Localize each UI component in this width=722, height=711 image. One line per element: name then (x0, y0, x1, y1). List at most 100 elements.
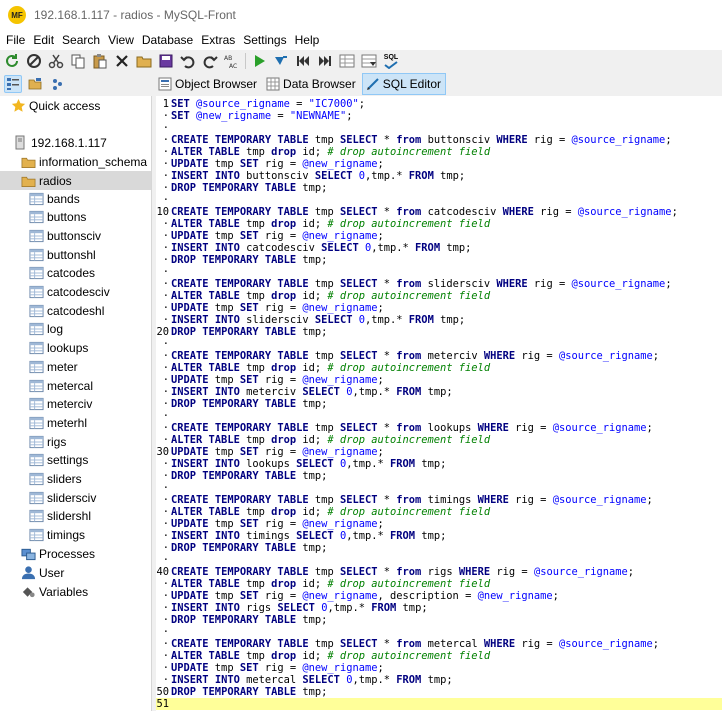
sidebar-item-variables[interactable]: Variables (0, 582, 151, 601)
code-line[interactable]: · (156, 194, 722, 206)
sidebar-item-server[interactable]: 192.168.1.117 (0, 133, 151, 152)
code-line[interactable]: · UPDATE tmp SET rig = @new_rigname; (156, 374, 722, 386)
sidebar-item-table[interactable]: catcodeshl (0, 301, 151, 320)
stop-icon[interactable] (25, 52, 43, 70)
sidebar-item-table[interactable]: slidershl (0, 507, 151, 526)
code-line[interactable]: · (156, 122, 722, 134)
code-line[interactable]: · ALTER TABLE tmp drop id; # drop autoinc… (156, 578, 722, 590)
menu-extras[interactable]: Extras (197, 30, 239, 50)
tab-object-browser[interactable]: Object Browser (155, 73, 261, 95)
sidebar-item-table[interactable]: settings (0, 451, 151, 470)
navigator-toggle-icon[interactable] (4, 75, 22, 93)
code-line[interactable]: · (156, 482, 722, 494)
grid-icon[interactable] (338, 52, 356, 70)
code-line[interactable]: · DROP TEMPORARY TABLE tmp; (156, 254, 722, 266)
sidebar-item-information-schema[interactable]: information_schema (0, 152, 151, 171)
code-line[interactable]: · DROP TEMPORARY TABLE tmp; (156, 614, 722, 626)
sidebar-item-table[interactable]: buttonsciv (0, 226, 151, 245)
menu-view[interactable]: View (104, 30, 138, 50)
sidebar-item-quick-access[interactable]: Quick access (0, 96, 151, 115)
code-line[interactable]: 50 DROP TEMPORARY TABLE tmp; (156, 686, 722, 698)
sidebar-item-table[interactable]: sliders (0, 470, 151, 489)
code-line[interactable]: · INSERT INTO meterciv SELECT 0,tmp.* FRO… (156, 386, 722, 398)
sidebar-item-table[interactable]: catcodesciv (0, 283, 151, 302)
sidebar-item-processes[interactable]: Processes (0, 544, 151, 563)
sidebar-item-table[interactable]: meterhl (0, 413, 151, 432)
code-line[interactable]: · ALTER TABLE tmp drop id; # drop autoinc… (156, 362, 722, 374)
code-line[interactable]: 30 UPDATE tmp SET rig = @new_rigname; (156, 446, 722, 458)
code-line[interactable]: · ALTER TABLE tmp drop id; # drop autoinc… (156, 506, 722, 518)
save-icon[interactable] (157, 52, 175, 70)
code-line[interactable]: · INSERT INTO timings SELECT 0,tmp.* FROM… (156, 530, 722, 542)
undo-icon[interactable] (179, 52, 197, 70)
sidebar-item-table[interactable]: timings (0, 526, 151, 545)
code-line[interactable]: · UPDATE tmp SET rig = @new_rigname; (156, 302, 722, 314)
code-line[interactable]: 20 DROP TEMPORARY TABLE tmp; (156, 326, 722, 338)
code-line[interactable]: · SET @new_rigname = "NEWNAME"; (156, 110, 722, 122)
menu-edit[interactable]: Edit (29, 30, 58, 50)
code-line[interactable]: · INSERT INTO rigs SELECT 0,tmp.* FROM tm… (156, 602, 722, 614)
menu-database[interactable]: Database (138, 30, 197, 50)
sidebar-item-table[interactable]: bands (0, 189, 151, 208)
tab-data-browser[interactable]: Data Browser (263, 73, 360, 95)
refresh-icon[interactable] (3, 52, 21, 70)
sidebar-item-table[interactable]: slidersciv (0, 488, 151, 507)
last-icon[interactable] (316, 52, 334, 70)
code-line[interactable]: · CREATE TEMPORARY TABLE tmp SELECT * fro… (156, 422, 722, 434)
replace-icon[interactable]: AB AC (223, 52, 241, 70)
code-line[interactable]: · CREATE TEMPORARY TABLE tmp SELECT * fro… (156, 350, 722, 362)
code-line[interactable]: · (156, 410, 722, 422)
code-line[interactable]: · (156, 626, 722, 638)
code-line[interactable]: · INSERT INTO lookups SELECT 0,tmp.* FROM… (156, 458, 722, 470)
sidebar-item-table[interactable]: meterciv (0, 395, 151, 414)
title-bar[interactable]: MF 192.168.1.117 - radios - MySQL-Front (0, 0, 722, 30)
code-line[interactable]: · UPDATE tmp SET rig = @new_rigname; (156, 518, 722, 530)
code-line[interactable]: · CREATE TEMPORARY TABLE tmp SELECT * fro… (156, 494, 722, 506)
code-line[interactable]: · DROP TEMPORARY TABLE tmp; (156, 398, 722, 410)
code-line[interactable]: · UPDATE tmp SET rig = @new_rigname; (156, 230, 722, 242)
sidebar-item-radios[interactable]: radios (0, 171, 151, 190)
menu-help[interactable]: Help (291, 30, 324, 50)
sidebar-item-table[interactable]: rigs (0, 432, 151, 451)
code-line[interactable]: · (156, 266, 722, 278)
redo-icon[interactable] (201, 52, 219, 70)
code-line[interactable]: · INSERT INTO metercal SELECT 0,tmp.* FRO… (156, 674, 722, 686)
code-line[interactable]: · UPDATE tmp SET rig = @new_rigname; (156, 662, 722, 674)
run-icon[interactable] (250, 52, 268, 70)
sidebar-item-table[interactable]: buttons (0, 208, 151, 227)
code-line[interactable]: · UPDATE tmp SET rig = @new_rigname, desc… (156, 590, 722, 602)
delete-icon[interactable] (113, 52, 131, 70)
copy-icon[interactable] (69, 52, 87, 70)
code-line[interactable]: · ALTER TABLE tmp drop id; # drop autoinc… (156, 290, 722, 302)
menu-settings[interactable]: Settings (239, 30, 290, 50)
code-line[interactable]: 10 CREATE TEMPORARY TABLE tmp SELECT * fr… (156, 206, 722, 218)
code-line[interactable]: · CREATE TEMPORARY TABLE tmp SELECT * fro… (156, 134, 722, 146)
code-line[interactable]: · (156, 554, 722, 566)
open-icon[interactable] (135, 52, 153, 70)
sql-editor[interactable]: 1 SET @source_rigname = "IC7000"; · SET @ne… (156, 96, 722, 711)
cut-icon[interactable] (47, 52, 65, 70)
code-line[interactable]: · DROP TEMPORARY TABLE tmp; (156, 470, 722, 482)
code-line[interactable]: · ALTER TABLE tmp drop id; # drop autoinc… (156, 650, 722, 662)
menu-search[interactable]: Search (58, 30, 104, 50)
code-line[interactable]: · CREATE TEMPORARY TABLE tmp SELECT * fro… (156, 278, 722, 290)
sql-check-icon[interactable]: SQL (382, 52, 400, 70)
code-line[interactable]: 40 CREATE TEMPORARY TABLE tmp SELECT * fr… (156, 566, 722, 578)
explorer-toggle-icon[interactable] (26, 75, 44, 93)
history-toggle-icon[interactable] (48, 75, 66, 93)
sidebar-item-table[interactable]: lookups (0, 339, 151, 358)
sidebar-item-table[interactable]: metercal (0, 376, 151, 395)
code-line[interactable]: · INSERT INTO buttonsciv SELECT 0,tmp.* F… (156, 170, 722, 182)
code-line[interactable]: · ALTER TABLE tmp drop id; # drop autoinc… (156, 146, 722, 158)
code-line[interactable]: · UPDATE tmp SET rig = @new_rigname; (156, 158, 722, 170)
code-line[interactable]: · INSERT INTO catcodesciv SELECT 0,tmp.* … (156, 242, 722, 254)
code-line[interactable]: 51 (156, 698, 722, 710)
code-line[interactable]: 1 SET @source_rigname = "IC7000"; (156, 98, 722, 110)
code-line[interactable]: · DROP TEMPORARY TABLE tmp; (156, 182, 722, 194)
sidebar-item-user[interactable]: User (0, 563, 151, 582)
code-line[interactable]: · DROP TEMPORARY TABLE tmp; (156, 542, 722, 554)
sidebar-item-table[interactable]: catcodes (0, 264, 151, 283)
tab-sql-editor[interactable]: SQL Editor (361, 73, 446, 95)
paste-icon[interactable] (91, 52, 109, 70)
menu-file[interactable]: File (2, 30, 29, 50)
